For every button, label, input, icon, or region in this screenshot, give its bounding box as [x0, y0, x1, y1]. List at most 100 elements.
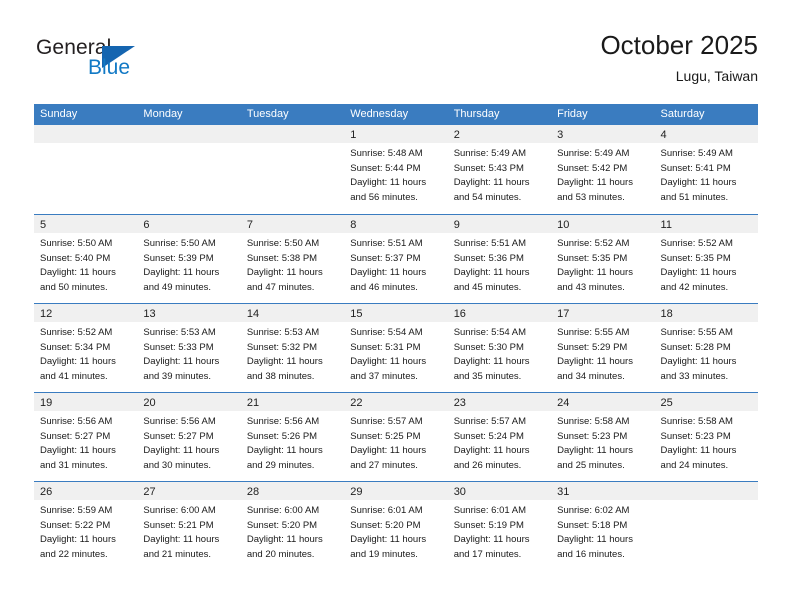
day-details: Sunrise: 5:57 AM Sunset: 5:25 PM Daylight:… [344, 411, 447, 473]
day-details: Sunrise: 5:56 AM Sunset: 5:27 PM Daylight:… [137, 411, 240, 473]
logo-text-blue: Blue [88, 56, 131, 79]
day-cell[interactable]: 10 Sunrise: 5:52 AM Sunset: 5:35 PM Dayligh… [551, 215, 655, 303]
day-number-band: 14 [240, 304, 345, 322]
day-number: 9 [453, 219, 460, 231]
day-cell[interactable]: 21 Sunrise: 5:56 AM Sunset: 5:26 PM Dayligh… [240, 393, 345, 481]
day-number-band: 13 [137, 304, 241, 322]
day-cell[interactable]: 23 Sunrise: 5:57 AM Sunset: 5:24 PM Dayligh… [447, 393, 552, 481]
day-details: Sunrise: 5:54 AM Sunset: 5:31 PM Daylight:… [344, 322, 447, 384]
calendar-page: General Blue October 2025 Lugu, Taiwan S… [0, 0, 792, 612]
daylight-duration-line-2: and 53 minutes. [557, 191, 625, 203]
day-number-band: 18 [654, 304, 758, 322]
day-number: 16 [453, 308, 466, 320]
daylight-duration-line-2: and 50 minutes. [40, 281, 108, 293]
daylight-duration-line-1: Daylight: 11 hours [557, 267, 633, 279]
day-cell[interactable]: 22 Sunrise: 5:57 AM Sunset: 5:25 PM Dayligh… [344, 393, 448, 481]
day-cell[interactable]: 18 Sunrise: 5:55 AM Sunset: 5:28 PM Dayligh… [654, 304, 758, 392]
sunrise-time: Sunrise: 5:50 AM [40, 238, 113, 249]
day-cell[interactable]: 2 Sunrise: 5:49 AM Sunset: 5:43 PM Daylight… [447, 125, 552, 214]
sunrise-time: Sunrise: 5:56 AM [143, 416, 216, 427]
sunrise-time: Sunrise: 5:57 AM [350, 416, 423, 427]
daylight-duration-line-2: and 16 minutes. [557, 548, 625, 560]
day-cell[interactable]: 14 Sunrise: 5:53 AM Sunset: 5:32 PM Dayligh… [240, 304, 345, 392]
day-number-band: 5 [34, 215, 138, 233]
sunrise-time: Sunrise: 5:53 AM [143, 327, 216, 338]
daylight-duration-line-1: Daylight: 11 hours [453, 356, 530, 368]
day-cell[interactable]: 4 Sunrise: 5:49 AM Sunset: 5:41 PM Daylight… [654, 125, 758, 214]
day-number: 20 [143, 397, 156, 409]
day-details: Sunrise: 5:50 AM Sunset: 5:39 PM Daylight:… [137, 233, 240, 295]
day-cell[interactable]: 20 Sunrise: 5:56 AM Sunset: 5:27 PM Dayligh… [137, 393, 241, 481]
day-number-band [34, 125, 138, 143]
day-cell[interactable]: 7 Sunrise: 5:50 AM Sunset: 5:38 PM Daylight… [240, 215, 345, 303]
sunrise-time: Sunrise: 5:54 AM [350, 327, 423, 338]
day-cell[interactable]: 29 Sunrise: 6:01 AM Sunset: 5:20 PM Dayligh… [344, 482, 448, 570]
title-block: October 2025 Lugu, Taiwan [600, 30, 758, 86]
day-number-band: 8 [344, 215, 448, 233]
general-blue-logo[interactable]: General Blue [36, 36, 156, 86]
day-details: Sunrise: 5:58 AM Sunset: 5:23 PM Daylight:… [551, 411, 654, 473]
weekday-header-friday: Friday [557, 108, 588, 120]
day-number: 19 [40, 397, 53, 409]
sunset-time: Sunset: 5:43 PM [453, 162, 524, 174]
day-cell[interactable]: 12 Sunrise: 5:52 AM Sunset: 5:34 PM Dayligh… [34, 304, 138, 392]
daylight-duration-line-1: Daylight: 11 hours [350, 534, 427, 546]
daylight-duration-line-2: and 46 minutes. [350, 281, 418, 293]
day-cell[interactable]: 6 Sunrise: 5:50 AM Sunset: 5:39 PM Daylight… [137, 215, 241, 303]
day-number: 7 [246, 219, 253, 231]
day-cell[interactable]: 16 Sunrise: 5:54 AM Sunset: 5:30 PM Dayligh… [447, 304, 552, 392]
day-number-band: 26 [34, 482, 138, 500]
daylight-duration-line-2: and 54 minutes. [453, 191, 522, 203]
day-details: Sunrise: 5:55 AM Sunset: 5:28 PM Daylight:… [655, 322, 758, 384]
calendar-weeks: 1 Sunrise: 5:48 AM Sunset: 5:44 PM Daylight… [34, 125, 758, 570]
sunset-time: Sunset: 5:33 PM [143, 341, 214, 353]
day-cell[interactable]: 9 Sunrise: 5:51 AM Sunset: 5:36 PM Daylight… [447, 215, 552, 303]
day-details: Sunrise: 5:51 AM Sunset: 5:37 PM Daylight:… [344, 233, 447, 295]
day-cell[interactable]: 31 Sunrise: 6:02 AM Sunset: 5:18 PM Dayligh… [551, 482, 655, 570]
day-cell[interactable]: 28 Sunrise: 6:00 AM Sunset: 5:20 PM Dayligh… [240, 482, 345, 570]
daylight-duration-line-2: and 22 minutes. [40, 548, 108, 560]
calendar-grid: Sunday Monday Tuesday Wednesday Thursday Frid… [34, 104, 758, 570]
daylight-duration-line-1: Daylight: 11 hours [453, 534, 530, 546]
sunset-time: Sunset: 5:19 PM [453, 519, 524, 531]
day-cell[interactable]: 11 Sunrise: 5:52 AM Sunset: 5:35 PM Dayligh… [654, 215, 758, 303]
day-number-band: 16 [447, 304, 552, 322]
sunset-time: Sunset: 5:25 PM [350, 430, 421, 442]
day-number-band: 22 [344, 393, 448, 411]
day-details: Sunrise: 5:51 AM Sunset: 5:36 PM Daylight:… [448, 233, 551, 295]
sunset-time: Sunset: 5:27 PM [143, 430, 214, 442]
sunset-time: Sunset: 5:36 PM [453, 252, 524, 264]
daylight-duration-line-2: and 30 minutes. [143, 459, 212, 471]
day-cell[interactable]: 1 Sunrise: 5:48 AM Sunset: 5:44 PM Daylight… [344, 125, 448, 214]
day-cell[interactable]: 15 Sunrise: 5:54 AM Sunset: 5:31 PM Dayligh… [344, 304, 448, 392]
day-cell[interactable]: 5 Sunrise: 5:50 AM Sunset: 5:40 PM Daylight… [34, 215, 138, 303]
day-number-band: 4 [654, 125, 758, 143]
day-cell[interactable]: 19 Sunrise: 5:56 AM Sunset: 5:27 PM Dayligh… [34, 393, 138, 481]
daylight-duration-line-1: Daylight: 11 hours [660, 356, 737, 368]
weekday-header-tuesday: Tuesday [246, 108, 289, 120]
day-cell[interactable]: 13 Sunrise: 5:53 AM Sunset: 5:33 PM Dayligh… [137, 304, 241, 392]
day-cell[interactable]: 30 Sunrise: 6:01 AM Sunset: 5:19 PM Dayligh… [447, 482, 552, 570]
day-number-band: 31 [551, 482, 655, 500]
day-number-band [240, 125, 345, 143]
sunrise-time: Sunrise: 5:49 AM [660, 148, 733, 159]
calendar-week-row: 19 Sunrise: 5:56 AM Sunset: 5:27 PM Dayligh… [34, 392, 758, 481]
day-number: 21 [246, 397, 260, 409]
day-cell[interactable]: 8 Sunrise: 5:51 AM Sunset: 5:37 PM Daylight… [344, 215, 448, 303]
day-number-band: 17 [551, 304, 655, 322]
day-number-band: 19 [34, 393, 138, 411]
day-cell[interactable]: 3 Sunrise: 5:49 AM Sunset: 5:42 PM Daylight… [551, 125, 655, 214]
day-details: Sunrise: 5:49 AM Sunset: 5:43 PM Daylight:… [448, 143, 551, 205]
day-cell[interactable]: 26 Sunrise: 5:59 AM Sunset: 5:22 PM Dayligh… [34, 482, 138, 570]
day-cell[interactable]: 17 Sunrise: 5:55 AM Sunset: 5:29 PM Dayligh… [551, 304, 655, 392]
day-number: 22 [350, 397, 363, 409]
day-cell[interactable]: 27 Sunrise: 6:00 AM Sunset: 5:21 PM Dayligh… [137, 482, 241, 570]
day-cell[interactable]: 25 Sunrise: 5:58 AM Sunset: 5:23 PM Dayligh… [654, 393, 758, 481]
sunrise-time: Sunrise: 5:49 AM [557, 148, 630, 159]
day-number: 4 [660, 129, 667, 141]
day-cell[interactable]: 24 Sunrise: 5:58 AM Sunset: 5:23 PM Dayligh… [551, 393, 655, 481]
sunrise-time: Sunrise: 6:02 AM [557, 505, 630, 516]
daylight-duration-line-1: Daylight: 11 hours [350, 267, 427, 279]
daylight-duration-line-1: Daylight: 11 hours [660, 267, 737, 279]
daylight-duration-line-1: Daylight: 11 hours [350, 177, 427, 189]
